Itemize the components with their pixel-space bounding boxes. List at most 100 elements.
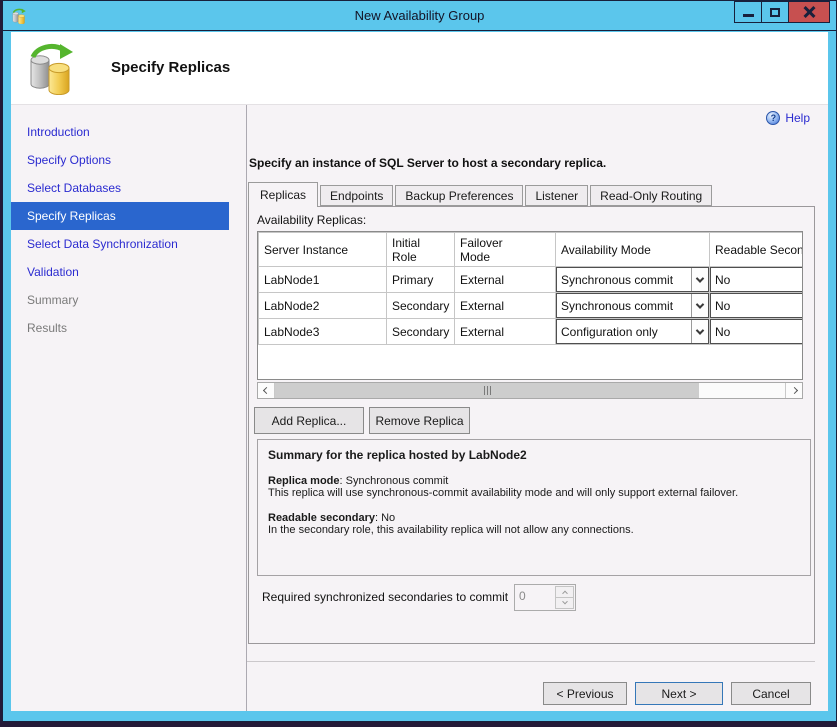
availability-mode-dropdown[interactable]: Synchronous commit <box>556 267 709 292</box>
spinner-buttons <box>555 586 574 609</box>
tab-read-only-routing[interactable]: Read-Only Routing <box>590 185 712 206</box>
dropdown-value: Synchronous commit <box>557 273 691 287</box>
sidebar-item-introduction[interactable]: Introduction <box>11 118 229 146</box>
column-header-availability-mode[interactable]: Availability Mode <box>556 233 710 267</box>
sidebar-item-select-data-synchronization[interactable]: Select Data Synchronization <box>11 230 229 258</box>
cell-text: External <box>455 271 555 289</box>
cancel-button[interactable]: Cancel <box>731 682 811 705</box>
tab-label: Backup Preferences <box>405 189 513 203</box>
table-row: LabNode2 Secondary External Synchronous … <box>259 293 804 319</box>
dropdown-arrow-icon[interactable] <box>691 268 708 291</box>
add-replica-button[interactable]: Add Replica... <box>254 407 364 434</box>
sidebar-item-specify-replicas[interactable]: Specify Replicas <box>11 202 229 230</box>
tab-backup-preferences[interactable]: Backup Preferences <box>395 185 523 206</box>
tab-replicas[interactable]: Replicas <box>248 182 318 207</box>
availability-mode-dropdown[interactable]: Configuration only <box>556 319 709 344</box>
column-header-failover-mode[interactable]: Failover Mode <box>455 233 556 267</box>
cell-server-instance[interactable]: LabNode2 <box>259 293 387 319</box>
remove-replica-button[interactable]: Remove Replica <box>369 407 470 434</box>
sidebar-item-label: Results <box>27 321 67 335</box>
cell-initial-role[interactable]: Primary <box>387 267 455 293</box>
scroll-left-icon <box>262 387 269 394</box>
header-row: Server Instance Initial Role Failover Mo… <box>259 233 804 267</box>
cell-text: External <box>455 323 555 341</box>
dropdown-value: Synchronous commit <box>557 299 691 313</box>
previous-button[interactable]: < Previous <box>543 682 627 705</box>
sidebar-item-label: Validation <box>27 265 79 279</box>
column-header-server-instance[interactable]: Server Instance <box>259 233 387 267</box>
cell-readable-secondary: No <box>710 293 804 319</box>
replica-mode-label: Replica mode <box>268 475 340 487</box>
readable-secondary-value: : No <box>375 512 395 524</box>
readable-secondary-dropdown[interactable]: No <box>710 319 803 344</box>
cell-readable-secondary: No <box>710 319 804 345</box>
cell-failover-mode[interactable]: External <box>455 267 556 293</box>
scrollbar-track[interactable] <box>275 383 785 398</box>
sidebar-item-validation[interactable]: Validation <box>11 258 229 286</box>
cell-failover-mode[interactable]: External <box>455 319 556 345</box>
replica-summary-panel: Summary for the replica hosted by LabNod… <box>257 439 811 576</box>
cell-text: LabNode2 <box>259 297 386 315</box>
dialog-window: New Availability Group Specify Replicas … <box>2 0 837 722</box>
cell-initial-role[interactable]: Secondary <box>387 319 455 345</box>
table-row: LabNode1 Primary External Synchronous co… <box>259 267 804 293</box>
sidebar-item-label: Introduction <box>27 125 90 139</box>
screen: New Availability Group Specify Replicas … <box>0 0 837 727</box>
content-area: Introduction Specify Options Select Data… <box>11 105 828 711</box>
cell-text: Secondary <box>387 297 454 315</box>
tab-endpoints[interactable]: Endpoints <box>320 185 393 206</box>
close-icon <box>803 6 815 18</box>
tab-label: Listener <box>535 189 578 203</box>
dropdown-arrow-icon[interactable] <box>691 320 708 343</box>
sidebar-item-specify-options[interactable]: Specify Options <box>11 146 229 174</box>
wizard-header: Specify Replicas <box>11 32 828 105</box>
table-row: LabNode3 Secondary External Configuratio… <box>259 319 804 345</box>
scroll-right-button[interactable] <box>785 383 802 398</box>
cell-server-instance[interactable]: LabNode1 <box>259 267 387 293</box>
scroll-left-button[interactable] <box>258 383 275 398</box>
grip-icon <box>484 386 485 395</box>
minimize-button[interactable] <box>734 1 762 23</box>
help-label: Help <box>785 111 810 125</box>
maximize-icon <box>770 8 780 17</box>
spinner-value: 0 <box>515 585 554 610</box>
availability-mode-dropdown[interactable]: Synchronous commit <box>556 293 709 318</box>
chevron-up-icon <box>562 591 568 597</box>
tab-label: Endpoints <box>330 189 383 203</box>
sidebar-item-label: Select Data Synchronization <box>27 237 178 251</box>
footer-divider <box>247 661 815 662</box>
replicas-tab-page: Availability Replicas: Server Instance I… <box>248 206 815 644</box>
cell-server-instance[interactable]: LabNode3 <box>259 319 387 345</box>
replica-mode-description: This replica will use synchronous-commit… <box>268 487 800 499</box>
chevron-down-icon <box>562 599 568 605</box>
help-button[interactable]: ? Help <box>766 111 810 125</box>
dropdown-value: No <box>715 273 730 287</box>
grip-icon <box>490 386 491 395</box>
help-icon: ? <box>766 111 780 125</box>
tab-listener[interactable]: Listener <box>525 185 588 206</box>
dropdown-value: No <box>715 299 730 313</box>
dialog-client-area: Specify Replicas Introduction Specify Op… <box>11 32 828 711</box>
close-button[interactable] <box>788 1 830 23</box>
readable-secondary-dropdown[interactable]: No <box>710 293 803 318</box>
cell-availability-mode: Configuration only <box>556 319 710 345</box>
scrollbar-thumb[interactable] <box>275 383 699 398</box>
cell-readable-secondary: No <box>710 267 804 293</box>
column-header-initial-role[interactable]: Initial Role <box>387 233 455 267</box>
maximize-button[interactable] <box>761 1 789 23</box>
sidebar-item-label: Specify Options <box>27 153 111 167</box>
main-pane: ? Help Specify an instance of SQL Server… <box>247 105 828 711</box>
readable-secondary-dropdown[interactable]: No <box>710 267 803 292</box>
next-button[interactable]: Next > <box>635 682 723 705</box>
horizontal-scrollbar <box>257 382 803 399</box>
dropdown-arrow-icon[interactable] <box>691 294 708 317</box>
sidebar-item-select-databases[interactable]: Select Databases <box>11 174 229 202</box>
titlebar[interactable]: New Availability Group <box>3 1 836 31</box>
column-header-readable-secondary[interactable]: Readable Secondary <box>710 233 804 267</box>
sidebar-item-label: Specify Replicas <box>27 209 116 223</box>
instruction-text: Specify an instance of SQL Server to hos… <box>249 156 606 170</box>
required-secondaries-spinner: 0 <box>514 584 576 611</box>
cell-initial-role[interactable]: Secondary <box>387 293 455 319</box>
availability-group-icon <box>27 41 75 95</box>
cell-failover-mode[interactable]: External <box>455 293 556 319</box>
